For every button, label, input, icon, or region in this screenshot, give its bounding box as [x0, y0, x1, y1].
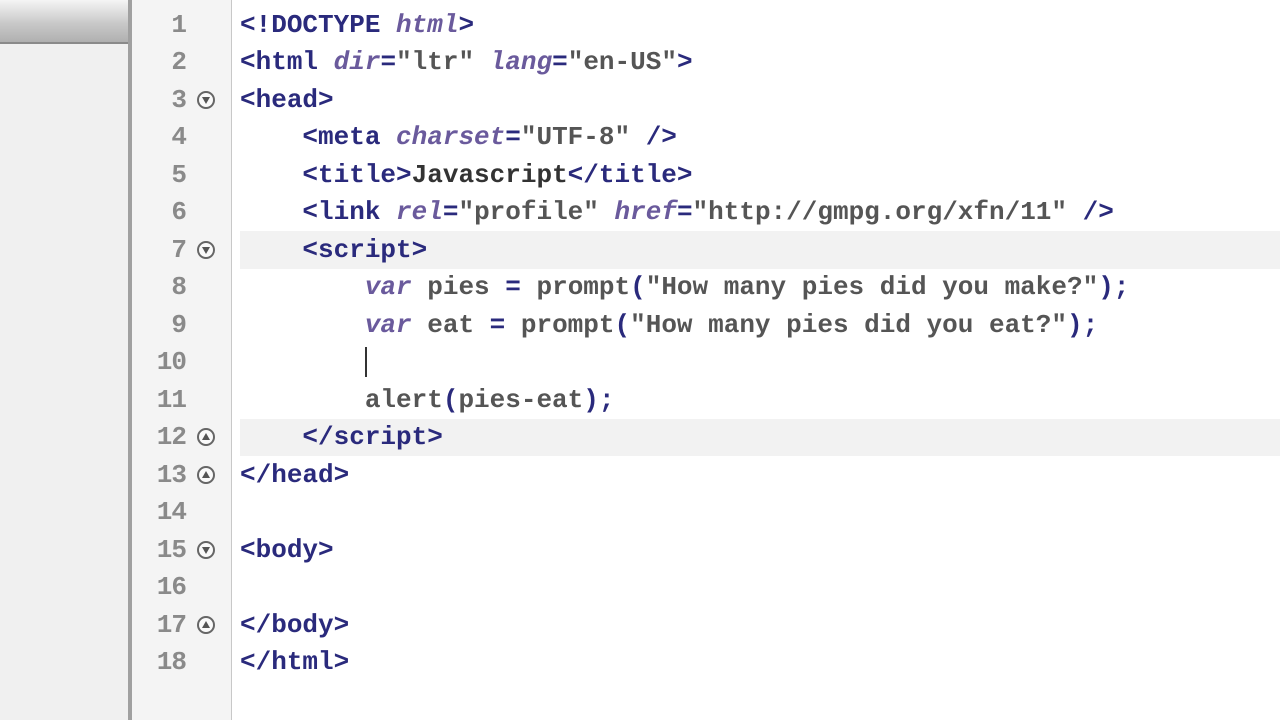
line-number: 17 [132, 610, 192, 640]
fold-toggle-icon[interactable] [197, 428, 215, 446]
fold-toggle-icon[interactable] [197, 616, 215, 634]
line-number: 4 [132, 122, 192, 152]
fold-toggle-icon[interactable] [197, 541, 215, 559]
line-number: 6 [132, 197, 192, 227]
line-number: 13 [132, 460, 192, 490]
code-line[interactable]: </body> [240, 606, 1280, 644]
line-number: 18 [132, 647, 192, 677]
line-number: 15 [132, 535, 192, 565]
line-number: 7 [132, 235, 192, 265]
code-line[interactable]: <meta charset="UTF-8" /> [240, 119, 1280, 157]
fold-toggle-icon[interactable] [197, 241, 215, 259]
file-panel-toolbar [0, 0, 128, 44]
fold-toggle-icon[interactable] [197, 466, 215, 484]
file-panel [0, 0, 132, 720]
code-line[interactable]: </script> [240, 419, 1280, 457]
code-line[interactable]: var eat = prompt("How many pies did you … [240, 306, 1280, 344]
code-line[interactable]: var pies = prompt("How many pies did you… [240, 269, 1280, 307]
code-line[interactable]: alert(pies-eat); [240, 381, 1280, 419]
line-number: 16 [132, 572, 192, 602]
line-number: 2 [132, 47, 192, 77]
code-line[interactable]: <body> [240, 531, 1280, 569]
line-number: 10 [132, 347, 192, 377]
line-number-gutter[interactable]: 1 2 3 4 5 6 7 8 9 10 11 12 13 14 15 16 1… [132, 0, 232, 720]
code-line[interactable]: </html> [240, 644, 1280, 682]
line-number: 9 [132, 310, 192, 340]
line-number: 12 [132, 422, 192, 452]
code-line[interactable]: </head> [240, 456, 1280, 494]
code-line[interactable]: <head> [240, 81, 1280, 119]
code-editor[interactable]: <!DOCTYPE html> <html dir="ltr" lang="en… [232, 0, 1280, 720]
code-line[interactable] [240, 569, 1280, 607]
line-number: 3 [132, 85, 192, 115]
code-line[interactable]: <title>Javascript</title> [240, 156, 1280, 194]
line-number: 8 [132, 272, 192, 302]
code-line[interactable] [240, 494, 1280, 532]
code-line[interactable]: <script> [240, 231, 1280, 269]
line-number: 5 [132, 160, 192, 190]
code-line[interactable]: <link rel="profile" href="http://gmpg.or… [240, 194, 1280, 232]
line-number: 1 [132, 10, 192, 40]
line-number: 11 [132, 385, 192, 415]
code-line[interactable] [240, 344, 1280, 382]
code-line[interactable]: <!DOCTYPE html> [240, 6, 1280, 44]
text-cursor [365, 347, 367, 377]
line-number: 14 [132, 497, 192, 527]
fold-toggle-icon[interactable] [197, 91, 215, 109]
code-line[interactable]: <html dir="ltr" lang="en-US"> [240, 44, 1280, 82]
